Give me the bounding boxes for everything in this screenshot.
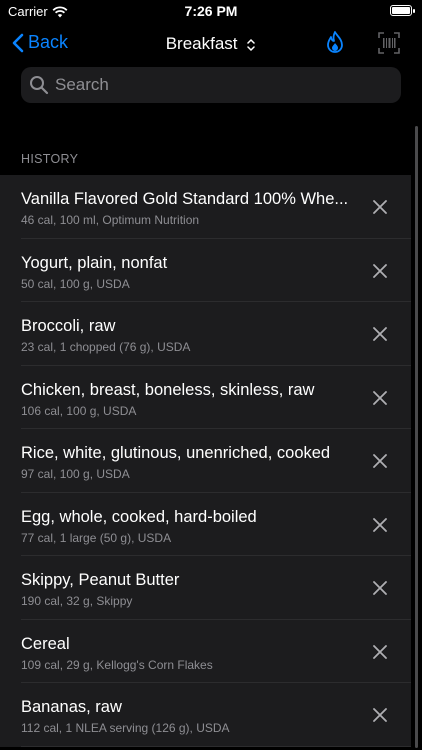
list-item[interactable]: Rice, white, glutinous, unenriched, cook… — [0, 429, 411, 493]
list-item[interactable]: Egg, whole, cooked, hard-boiled 77 cal, … — [0, 493, 411, 556]
food-details: 23 cal, 1 chopped (76 g), USDA — [21, 340, 191, 354]
food-details: 112 cal, 1 NLEA serving (126 g), USDA — [21, 721, 230, 735]
food-details: 50 cal, 100 g, USDA — [21, 276, 130, 291]
meal-selector[interactable]: Breakfast — [0, 34, 422, 54]
food-details: 97 cal, 100 g, USDA — [21, 467, 130, 481]
status-time: 7:26 PM — [184, 3, 238, 19]
food-name: Rice, white, glutinous, unenriched, cook… — [21, 444, 331, 462]
list-item[interactable]: Skippy, Peanut Butter 190 cal, 32 g, Ski… — [0, 556, 411, 620]
list-item[interactable]: Vanilla Flavored Gold Standard 100% Whe.… — [0, 175, 411, 239]
food-name: Vanilla Flavored Gold Standard 100% Whe.… — [21, 190, 349, 208]
close-icon[interactable] — [371, 579, 389, 597]
food-name: Broccoli, raw — [21, 317, 116, 335]
list-item[interactable]: Chicken, breast, boneless, skinless, raw… — [0, 366, 411, 429]
close-icon[interactable] — [371, 516, 389, 534]
close-icon[interactable] — [371, 325, 389, 343]
food-details: 77 cal, 1 large (50 g), USDA — [21, 530, 172, 545]
food-details: 109 cal, 29 g, Kellogg's Corn Flakes — [21, 657, 213, 672]
food-details: 46 cal, 100 ml, Optimum Nutrition — [21, 213, 200, 227]
page-title: Breakfast — [165, 34, 238, 53]
list-item[interactable]: Yogurt, plain, nonfat 50 cal, 100 g, USD… — [0, 239, 411, 302]
food-name: Cereal — [21, 634, 70, 653]
food-name: Bananas, raw — [21, 698, 122, 716]
flame-button[interactable] — [324, 30, 346, 61]
food-name: Egg, whole, cooked, hard-boiled — [21, 507, 257, 526]
close-icon[interactable] — [371, 389, 389, 407]
close-icon[interactable] — [371, 262, 389, 280]
separator — [21, 745, 411, 747]
flame-icon — [327, 31, 343, 53]
food-name: Skippy, Peanut Butter — [21, 571, 180, 589]
close-icon[interactable] — [371, 643, 389, 661]
battery-icon — [390, 5, 415, 16]
list-item[interactable]: Bananas, raw 112 cal, 1 NLEA serving (12… — [0, 683, 411, 747]
food-name: Chicken, breast, boneless, skinless, raw — [21, 380, 315, 399]
list-item[interactable]: Broccoli, raw 23 cal, 1 chopped (76 g), … — [0, 302, 411, 366]
close-icon[interactable] — [371, 198, 389, 216]
scroll-indicator[interactable] — [415, 126, 418, 748]
search-icon — [29, 75, 49, 95]
food-name: Yogurt, plain, nonfat — [21, 253, 168, 272]
food-details: 106 cal, 100 g, USDA — [21, 403, 137, 418]
navigation-bar: Back Breakfast — [0, 24, 422, 64]
search-bar[interactable] — [21, 67, 401, 103]
history-list: Vanilla Flavored Gold Standard 100% Whe.… — [0, 175, 411, 747]
close-icon[interactable] — [371, 706, 389, 724]
search-input[interactable] — [53, 74, 377, 96]
list-item[interactable]: Cereal 109 cal, 29 g, Kellogg's Corn Fla… — [0, 620, 411, 683]
status-bar: Carrier 7:26 PM — [0, 0, 422, 24]
chevron-up-down-icon — [247, 38, 256, 51]
history-section-header: HISTORY — [21, 152, 79, 166]
food-details: 190 cal, 32 g, Skippy — [21, 594, 133, 608]
barcode-scan-button[interactable] — [378, 32, 400, 59]
barcode-scanner-icon — [378, 32, 400, 54]
close-icon[interactable] — [371, 452, 389, 470]
